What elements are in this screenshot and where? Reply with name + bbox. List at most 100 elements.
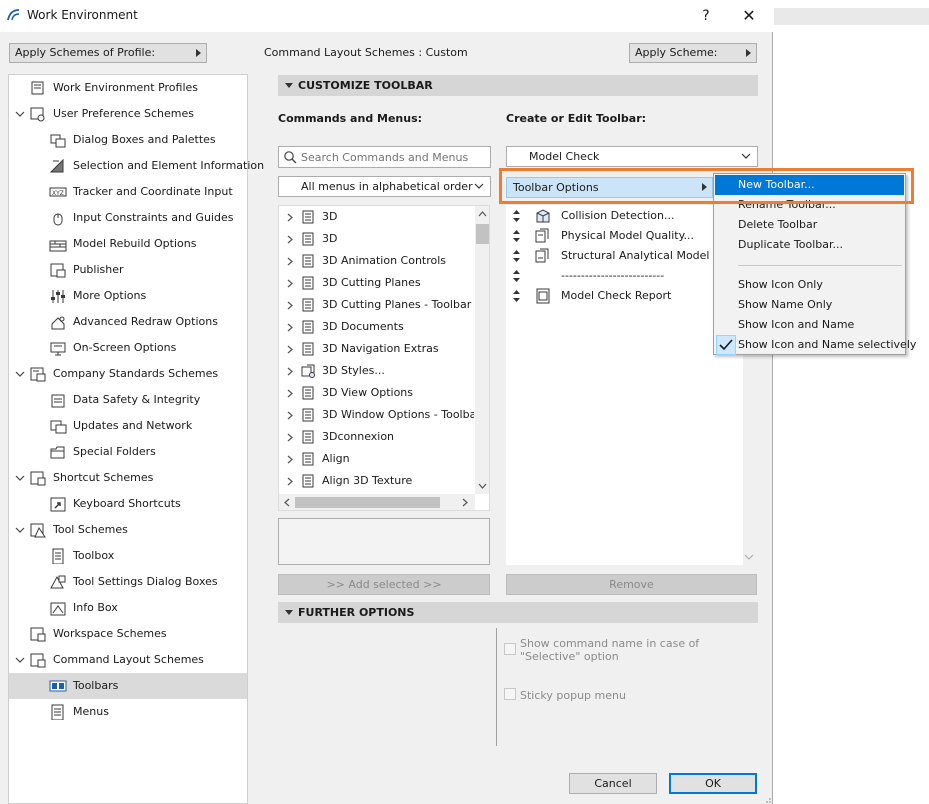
command-row[interactable]: 3D Window Options - Toolbar <box>279 404 475 426</box>
scroll-thumb[interactable] <box>295 497 440 508</box>
reorder-handle-icon[interactable] <box>513 290 520 302</box>
tree-item-command-layout-schemes[interactable]: Command Layout Schemes <box>9 647 247 673</box>
add-selected-button[interactable]: >> Add selected >> <box>278 574 490 595</box>
command-row[interactable]: 3D Cutting Planes - Toolbar <box>279 294 475 316</box>
chevron-right-icon[interactable] <box>286 279 294 288</box>
menu-item-show-icon-and-name[interactable]: Show Icon and Name <box>715 315 904 335</box>
tree-item-special-folders[interactable]: Special Folders <box>9 439 247 465</box>
search-input[interactable] <box>301 149 487 165</box>
chevron-right-icon[interactable] <box>286 455 294 464</box>
chevron-right-icon[interactable] <box>286 323 294 332</box>
sticky-popup-checkbox[interactable] <box>504 688 516 700</box>
chevron-right-icon[interactable] <box>286 367 294 376</box>
toolbar-item-row[interactable]: Physical Model Quality... <box>506 226 743 246</box>
cancel-button[interactable]: Cancel <box>569 773 657 794</box>
resize-grip-icon[interactable] <box>762 794 772 804</box>
chevron-down-icon[interactable] <box>15 655 25 665</box>
toolbar-item-row[interactable]: Model Check Report <box>506 286 743 306</box>
menu-item-duplicate-toolbar[interactable]: Duplicate Toolbar... <box>715 235 904 255</box>
command-row[interactable]: 3D View Options <box>279 382 475 404</box>
toolbar-options-menu[interactable]: New Toolbar... Rename Toolbar... Delete To… <box>713 173 916 355</box>
chevron-right-icon[interactable] <box>286 235 294 244</box>
help-button[interactable]: ? <box>696 6 716 26</box>
scroll-down-icon[interactable] <box>477 481 488 491</box>
chevron-down-icon[interactable] <box>15 473 25 483</box>
reorder-handle-icon[interactable] <box>513 230 520 242</box>
scroll-right-icon[interactable] <box>460 497 470 508</box>
tree-item-user-preference-schemes[interactable]: User Preference Schemes <box>9 101 247 127</box>
scroll-up-icon[interactable] <box>477 209 488 219</box>
command-row[interactable]: Align <box>279 448 475 470</box>
tree-item-menus[interactable]: Menus <box>9 699 247 725</box>
reorder-handle-icon[interactable] <box>513 210 520 222</box>
tree-item-updates-and-network[interactable]: Updates and Network <box>9 413 247 439</box>
toolbar-options-button[interactable]: Toolbar Options <box>506 177 713 198</box>
chevron-down-icon[interactable] <box>15 109 25 119</box>
tree-item-dialog-boxes-and-palettes[interactable]: Dialog Boxes and Palettes <box>9 127 247 153</box>
chevron-right-icon[interactable] <box>286 257 294 266</box>
tree-item-keyboard-shortcuts[interactable]: Keyboard Shortcuts <box>9 491 247 517</box>
customize-toolbar-header[interactable]: CUSTOMIZE TOOLBAR <box>278 75 758 96</box>
toolbar-select[interactable]: Model Check <box>506 146 758 167</box>
tree-item-company-standards-schemes[interactable]: Company Standards Schemes <box>9 361 247 387</box>
scroll-thumb[interactable] <box>476 224 489 244</box>
chevron-right-icon[interactable] <box>286 433 294 442</box>
command-row[interactable]: 3D Animation Controls <box>279 250 475 272</box>
commands-horizontal-scrollbar[interactable] <box>279 494 475 510</box>
chevron-right-icon[interactable] <box>286 411 294 420</box>
scroll-left-icon[interactable] <box>282 497 292 508</box>
tree-item-info-box[interactable]: Info Box <box>9 595 247 621</box>
command-row[interactable]: Align 3D Texture <box>279 470 475 492</box>
tree-item-shortcut-schemes[interactable]: Shortcut Schemes <box>9 465 247 491</box>
remove-button[interactable]: Remove <box>506 574 757 595</box>
command-row[interactable]: 3D Styles... <box>279 360 475 382</box>
tree-item-tool-schemes[interactable]: Tool Schemes <box>9 517 247 543</box>
chevron-right-icon[interactable] <box>286 345 294 354</box>
tree-item-toolbox[interactable]: Toolbox <box>9 543 247 569</box>
tree-item-data-safety-integrity[interactable]: Data Safety & Integrity <box>9 387 247 413</box>
scheme-tree[interactable]: Work Environment Profiles User Preference… <box>8 74 264 804</box>
tree-item-input-constraints-and-guides[interactable]: Input Constraints and Guides <box>9 205 247 231</box>
tree-item-advanced-redraw-options[interactable]: Advanced Redraw Options <box>9 309 247 335</box>
menu-item-rename-toolbar[interactable]: Rename Toolbar... <box>715 195 904 215</box>
chevron-right-icon[interactable] <box>286 389 294 398</box>
close-button[interactable]: ✕ <box>739 6 759 26</box>
tree-item-publisher[interactable]: Publisher <box>9 257 247 283</box>
search-commands-field[interactable] <box>278 146 491 168</box>
command-row[interactable]: 3D Documents <box>279 316 475 338</box>
toolbar-item-row[interactable]: Structural Analytical Model ... <box>506 246 743 266</box>
command-row[interactable]: 3D <box>279 206 475 228</box>
menu-item-show-icon-and-name-selectively[interactable]: Show Icon and Name selectively <box>715 335 916 355</box>
tree-item-work-environment-profiles[interactable]: Work Environment Profiles <box>9 75 247 101</box>
chevron-right-icon[interactable] <box>286 213 294 222</box>
reorder-handle-icon[interactable] <box>513 250 520 262</box>
chevron-right-icon[interactable] <box>286 301 294 310</box>
show-command-name-checkbox[interactable] <box>504 643 516 655</box>
toolbar-item-row[interactable]: -------------------------- <box>506 266 743 286</box>
command-row[interactable]: 3D Cutting Planes <box>279 272 475 294</box>
command-row[interactable]: 3D <box>279 228 475 250</box>
tree-item-workspace-schemes[interactable]: Workspace Schemes <box>9 621 247 647</box>
menu-item-show-icon-only[interactable]: Show Icon Only <box>715 275 904 295</box>
command-row[interactable]: 3D Navigation Extras <box>279 338 475 360</box>
apply-schemes-of-profile-button[interactable]: Apply Schemes of Profile: <box>9 43 207 63</box>
tree-item-model-rebuild-options[interactable]: Model Rebuild Options <box>9 231 247 257</box>
commands-vertical-scrollbar[interactable] <box>475 206 489 494</box>
scroll-down-icon[interactable] <box>744 552 754 562</box>
apply-scheme-button[interactable]: Apply Scheme: <box>629 43 757 63</box>
tree-item-toolbars[interactable]: Toolbars <box>9 673 247 699</box>
commands-list[interactable]: 3D 3D 3D Animation Controls 3D Cutting Plan… <box>278 205 490 511</box>
tree-item-tool-settings-dialog-boxes[interactable]: Tool Settings Dialog Boxes <box>9 569 247 595</box>
menu-filter-select[interactable]: All menus in alphabetical order <box>278 176 491 197</box>
menu-item-show-name-only[interactable]: Show Name Only <box>715 295 904 315</box>
toolbar-item-row[interactable]: Collision Detection... <box>506 206 743 226</box>
menu-item-delete-toolbar[interactable]: Delete Toolbar <box>715 215 904 235</box>
menu-item-new-toolbar[interactable]: New Toolbar... <box>715 175 904 195</box>
tree-item-on-screen-options[interactable]: On-Screen Options <box>9 335 247 361</box>
reorder-handle-icon[interactable] <box>513 270 520 282</box>
tree-item-selection-and-element-information[interactable]: Selection and Element Information <box>9 153 264 179</box>
tree-item-tracker-and-coordinate-input[interactable]: XYZ Tracker and Coordinate Input <box>9 179 247 205</box>
ok-button[interactable]: OK <box>669 773 757 794</box>
chevron-down-icon[interactable] <box>15 525 25 535</box>
chevron-down-icon[interactable] <box>15 369 25 379</box>
